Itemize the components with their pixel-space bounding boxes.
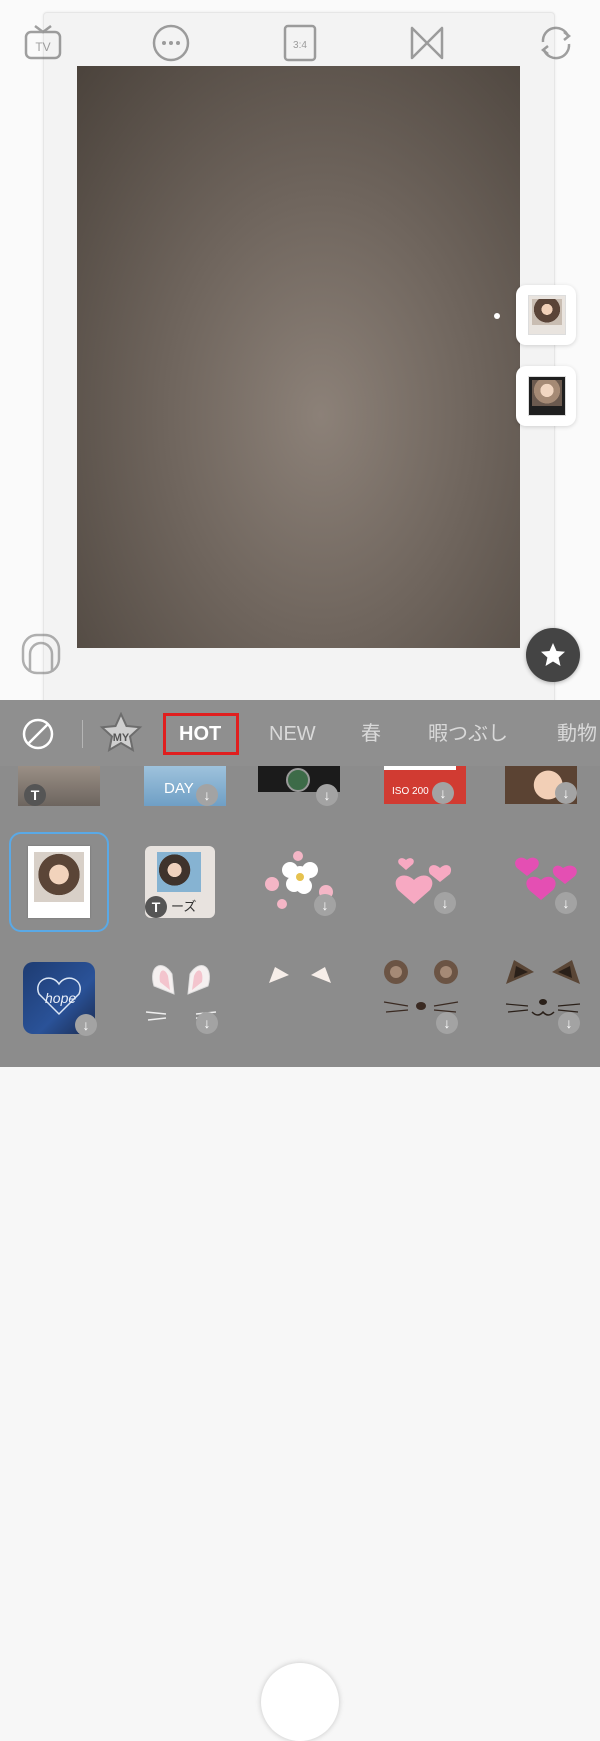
download-icon: ↓ <box>555 782 577 804</box>
download-icon: ↓ <box>558 1012 580 1034</box>
indicator-dot <box>494 313 500 319</box>
text-badge: T <box>24 784 46 806</box>
sticker-item-flowers[interactable]: ↓ <box>258 846 340 918</box>
sticker-preview-image <box>157 852 201 892</box>
sticker-item-bunny-ears[interactable]: ↓ <box>140 956 222 1034</box>
download-icon: ↓ <box>434 892 456 914</box>
sticker-item-hearts-magenta[interactable]: ↓ <box>505 846 587 918</box>
selected-sticker-highlight <box>9 832 109 932</box>
beauty-filter-icon[interactable] <box>20 632 62 676</box>
category-tabs: MY HOT NEW 春 暇つぶし 動物 <box>0 700 600 766</box>
frame-thumbnail-white[interactable] <box>516 285 576 345</box>
switch-camera-icon[interactable] <box>535 22 577 64</box>
tab-my-label: MY <box>113 732 130 744</box>
sticker-label: hope <box>45 990 77 1006</box>
download-icon: ↓ <box>196 1012 218 1034</box>
favorite-star-button[interactable] <box>526 628 580 682</box>
thumbnail-image <box>528 376 566 416</box>
sticker-item[interactable]: ISO 200 ↓ <box>384 766 466 804</box>
download-icon: ↓ <box>314 894 336 916</box>
camera-preview: TV 3:4 <box>0 0 600 714</box>
sticker-item[interactable]: T ーズ <box>145 846 215 918</box>
sticker-item[interactable]: ↓ <box>258 766 340 806</box>
flip-effect-icon[interactable] <box>406 22 448 64</box>
sticker-item[interactable]: ↓ <box>505 766 577 804</box>
sticker-item[interactable]: T <box>18 766 100 806</box>
download-icon: ↓ <box>75 1014 97 1036</box>
aspect-ratio-icon[interactable]: 3:4 <box>279 22 321 64</box>
svg-text:TV: TV <box>35 40 50 54</box>
tv-icon[interactable]: TV <box>22 22 64 64</box>
sticker-label: ーズ <box>171 899 197 914</box>
hot-tab-highlight-box <box>163 713 239 755</box>
tab-spring[interactable]: 春 <box>361 718 381 750</box>
cat-ears-icon <box>269 967 331 983</box>
more-icon[interactable] <box>150 22 192 64</box>
download-icon: ↓ <box>316 784 338 806</box>
frame-thumbnail-black[interactable] <box>516 366 576 426</box>
download-icon: ↓ <box>436 1012 458 1034</box>
no-effect-icon[interactable] <box>22 718 54 750</box>
tab-divider <box>82 720 83 748</box>
sticker-item-cat-ears[interactable] <box>261 963 339 1041</box>
download-icon: ↓ <box>196 784 218 806</box>
download-icon: ↓ <box>432 782 454 804</box>
text-badge: T <box>145 896 167 918</box>
svg-text:3:4: 3:4 <box>293 40 307 51</box>
sticker-item-hope[interactable]: hope ↓ <box>23 962 97 1036</box>
star-icon <box>541 643 565 666</box>
shutter-button[interactable] <box>261 1663 339 1741</box>
thumbnail-image <box>528 295 566 335</box>
camera-lens-icon <box>286 768 310 792</box>
download-icon: ↓ <box>555 892 577 914</box>
sticker-item-hearts-pink[interactable]: ↓ <box>384 846 466 918</box>
sticker-label: DAY <box>164 780 194 797</box>
sticker-item-brown-bear-ears[interactable]: ↓ <box>380 958 462 1034</box>
sticker-item-cat-face[interactable]: ↓ <box>502 958 584 1034</box>
sticker-label: ISO 200 <box>392 786 429 797</box>
tab-animals[interactable]: 動物 <box>557 718 597 750</box>
sticker-item[interactable]: DAY ↓ <box>144 766 226 806</box>
tab-killing-time[interactable]: 暇つぶし <box>428 718 508 750</box>
tab-my[interactable]: MY <box>99 711 143 754</box>
photo-area[interactable] <box>77 66 520 648</box>
tab-new[interactable]: NEW <box>269 718 316 750</box>
